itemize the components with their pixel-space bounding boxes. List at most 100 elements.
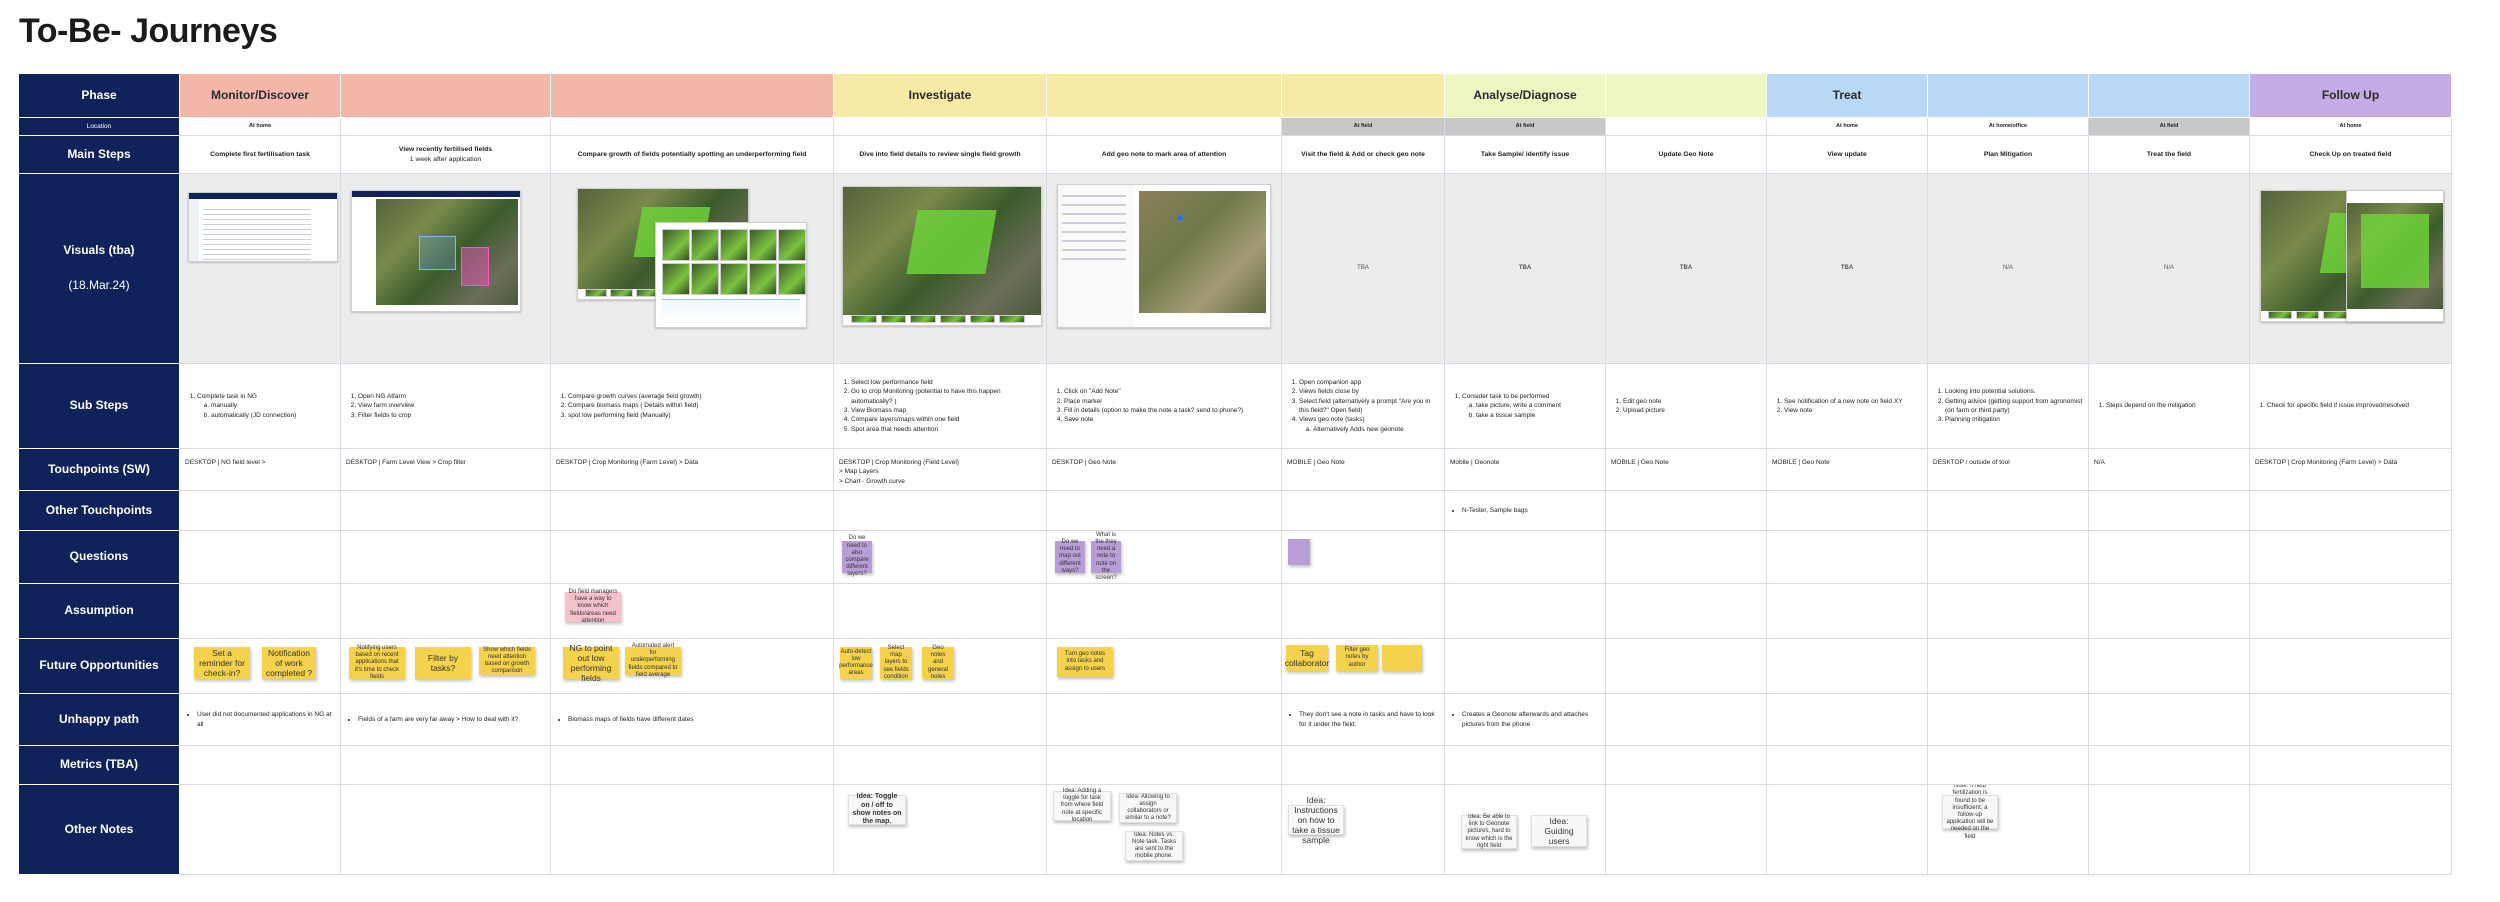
cell-unhappy-path-6: They don't see a note in tasks and have …: [1282, 694, 1445, 746]
field-area: [906, 210, 998, 275]
sticky-note[interactable]: Tag collaborator: [1285, 645, 1329, 671]
table-line: [203, 239, 311, 240]
sticky-note-text: What is the they need a note to note on …: [1095, 531, 1117, 581]
sticky-note[interactable]: Filter geo notes by author: [1336, 645, 1378, 671]
sticky-note[interactable]: NG to point out low performing fields: [563, 643, 619, 683]
cell-phase-8: [1606, 74, 1767, 118]
cell-visuals-3: [551, 174, 834, 364]
sticky-note[interactable]: Do field managers have a way to know whi…: [565, 589, 621, 624]
cell-future-opportunities-9: [1767, 639, 1928, 694]
page-title: To-Be- Journeys: [19, 12, 278, 50]
cell-future-opportunities-2: Notifying users based on recent applicat…: [341, 639, 551, 694]
cell-location-3: [551, 118, 834, 136]
cell-visuals-8: TBA: [1606, 174, 1767, 364]
sticky-note-text: Notifying users based on recent applicat…: [354, 645, 400, 680]
main-step-title: Update Geo Note: [1658, 150, 1714, 158]
cell-metrics-10: [1928, 746, 2089, 785]
sticky-note[interactable]: Idea: Toggle on / off to show notes on t…: [848, 793, 906, 825]
cell-location-4: [834, 118, 1047, 136]
sticky-note[interactable]: Select map layers to see fields conditio…: [880, 645, 912, 680]
sub-step-child-text: manually: [211, 402, 238, 410]
sticky-note[interactable]: Automated alert for underperforming fiel…: [625, 643, 681, 678]
map-view: [1138, 191, 1266, 313]
cell-unhappy-path-5: [1047, 694, 1282, 746]
sub-step-item: Upload picture: [1623, 406, 1665, 415]
sub-step-item: Steps depend on the mitigation: [2106, 401, 2196, 410]
sticky-note[interactable]: Idea: Notes vs. Note task. Tasks are sen…: [1125, 831, 1183, 861]
cell-questions-11: [2089, 531, 2250, 584]
sticky-note[interactable]: Note: If field fertilization is found to…: [1942, 785, 1998, 840]
sub-step-text: Steps depend on the mitigation: [2106, 402, 2196, 410]
cell-questions-12: [2250, 531, 2452, 584]
cell-other-notes-12: [2250, 785, 2452, 875]
sub-step-child-text: take a tissue sample: [1476, 411, 1536, 419]
sticky-note[interactable]: What is the they need a note to note on …: [1091, 532, 1121, 581]
sticky-note[interactable]: [1288, 539, 1310, 565]
sticky-note[interactable]: Set a reminder for check-in?: [194, 647, 250, 679]
cell-other-notes-1: [180, 785, 341, 875]
cell-other-notes-11: [2089, 785, 2250, 875]
main-step-title: Add geo note to mark area of attention: [1101, 150, 1227, 158]
form-line: [1062, 222, 1126, 224]
main-step-title: Compare growth of fields potentially spo…: [577, 150, 807, 158]
sub-step-children: Alternatively Adds new geonote: [1299, 425, 1439, 434]
unhappy-item: They don't see a note in tasks and have …: [1299, 710, 1439, 729]
field-thumbnail: [720, 229, 748, 261]
sticky-note[interactable]: Show which fields need attention based o…: [479, 647, 535, 675]
sub-step-text: Place marker: [1064, 397, 1103, 405]
thumbnail: [969, 315, 996, 323]
cell-unhappy-path-11: [2089, 694, 2250, 746]
cell-unhappy-path-1: User did not documented applications in …: [180, 694, 341, 746]
cell-phase-9: Treat: [1767, 74, 1928, 118]
cell-main-steps-10: Plan Mitigation: [1928, 136, 2089, 174]
sub-step-item: Select low performance field: [851, 378, 1041, 387]
unhappy-text: Creates a Geonote afterwards and attache…: [1462, 711, 1589, 728]
sub-step-child: manually: [211, 401, 296, 410]
sticky-note[interactable]: Idea: Adding a toggle for task from wher…: [1053, 788, 1111, 823]
field-thumbnail: [662, 263, 690, 295]
sticky-note[interactable]: [1382, 645, 1422, 671]
cell-other-notes-4: Idea: Toggle on / off to show notes on t…: [834, 785, 1047, 875]
row-other-notes: Other Notes Idea: Toggle on / off to show…: [19, 785, 2478, 875]
cell-other-touchpoints-2: [341, 491, 551, 531]
row-label-sub-steps: Sub Steps: [19, 364, 180, 449]
main-step-title: View recently fertilised fields: [398, 145, 493, 153]
sub-step-item: Compare growth curves (average field gro…: [568, 392, 702, 401]
row-label-text: Visuals (tba): [63, 243, 135, 258]
cell-phase-6: [1282, 74, 1445, 118]
thumbnail: [880, 315, 907, 323]
cell-phase-5: [1047, 74, 1282, 118]
field-thumbnail: [778, 229, 806, 261]
sticky-note[interactable]: Filter by tasks?: [415, 647, 471, 679]
sticky-note[interactable]: Idea: Allowing to assign collaborators o…: [1119, 793, 1177, 823]
visual-placeholder: TBA: [1679, 265, 1693, 272]
row-label-other-touchpoints: Other Touchpoints: [19, 491, 180, 531]
touchpoint-text: DESKTOP | NG field level >: [185, 459, 266, 466]
sticky-note-text: Automated alert for underperforming fiel…: [628, 643, 678, 678]
sub-step-item: Views geo note (tasks)Alternatively Adds…: [1299, 415, 1439, 434]
sticky-note[interactable]: Geo notes and general notes: [922, 645, 954, 680]
sticky-note[interactable]: Idea: Guiding users: [1531, 815, 1587, 847]
cell-metrics-4: [834, 746, 1047, 785]
cell-other-notes-3: [551, 785, 834, 875]
main-step-title: Complete first fertilisation task: [210, 150, 310, 158]
phase-name: Monitor/Discover: [210, 87, 309, 102]
sticky-note[interactable]: Idea: Instructions on how to take a tiss…: [1288, 795, 1344, 845]
cell-phase-4: Investigate: [834, 74, 1047, 118]
sticky-note[interactable]: Notification of work completed ?: [262, 647, 316, 679]
cell-questions-9: [1767, 531, 1928, 584]
sticky-note-text: Turn geo notes into tasks and assign to …: [1064, 651, 1106, 672]
sticky-note[interactable]: Idea: Be able to link to Geonote picture…: [1461, 814, 1517, 849]
sticky-note[interactable]: Notifying users based on recent applicat…: [349, 645, 405, 680]
sticky-note[interactable]: Auto-detect low performance areas: [839, 647, 873, 679]
sticky-note[interactable]: Turn geo notes into tasks and assign to …: [1057, 647, 1113, 677]
app-header-bar: [352, 191, 520, 197]
sticky-note[interactable]: Do we need to map out different ways?: [1055, 539, 1085, 574]
touchpoint-text: DESKTOP | Farm Level View > Crop filter: [346, 459, 466, 466]
cell-unhappy-path-2: Fields of a farm are very far away > How…: [341, 694, 551, 746]
row-label-unhappy-path: Unhappy path: [19, 694, 180, 746]
cell-questions-6: [1282, 531, 1445, 584]
sticky-note[interactable]: Do we need to also compare different lay…: [842, 535, 872, 577]
cell-sub-steps-7: Consider task to be performedtake pictur…: [1445, 364, 1606, 449]
sub-step-text: Edit geo note: [1623, 397, 1662, 405]
